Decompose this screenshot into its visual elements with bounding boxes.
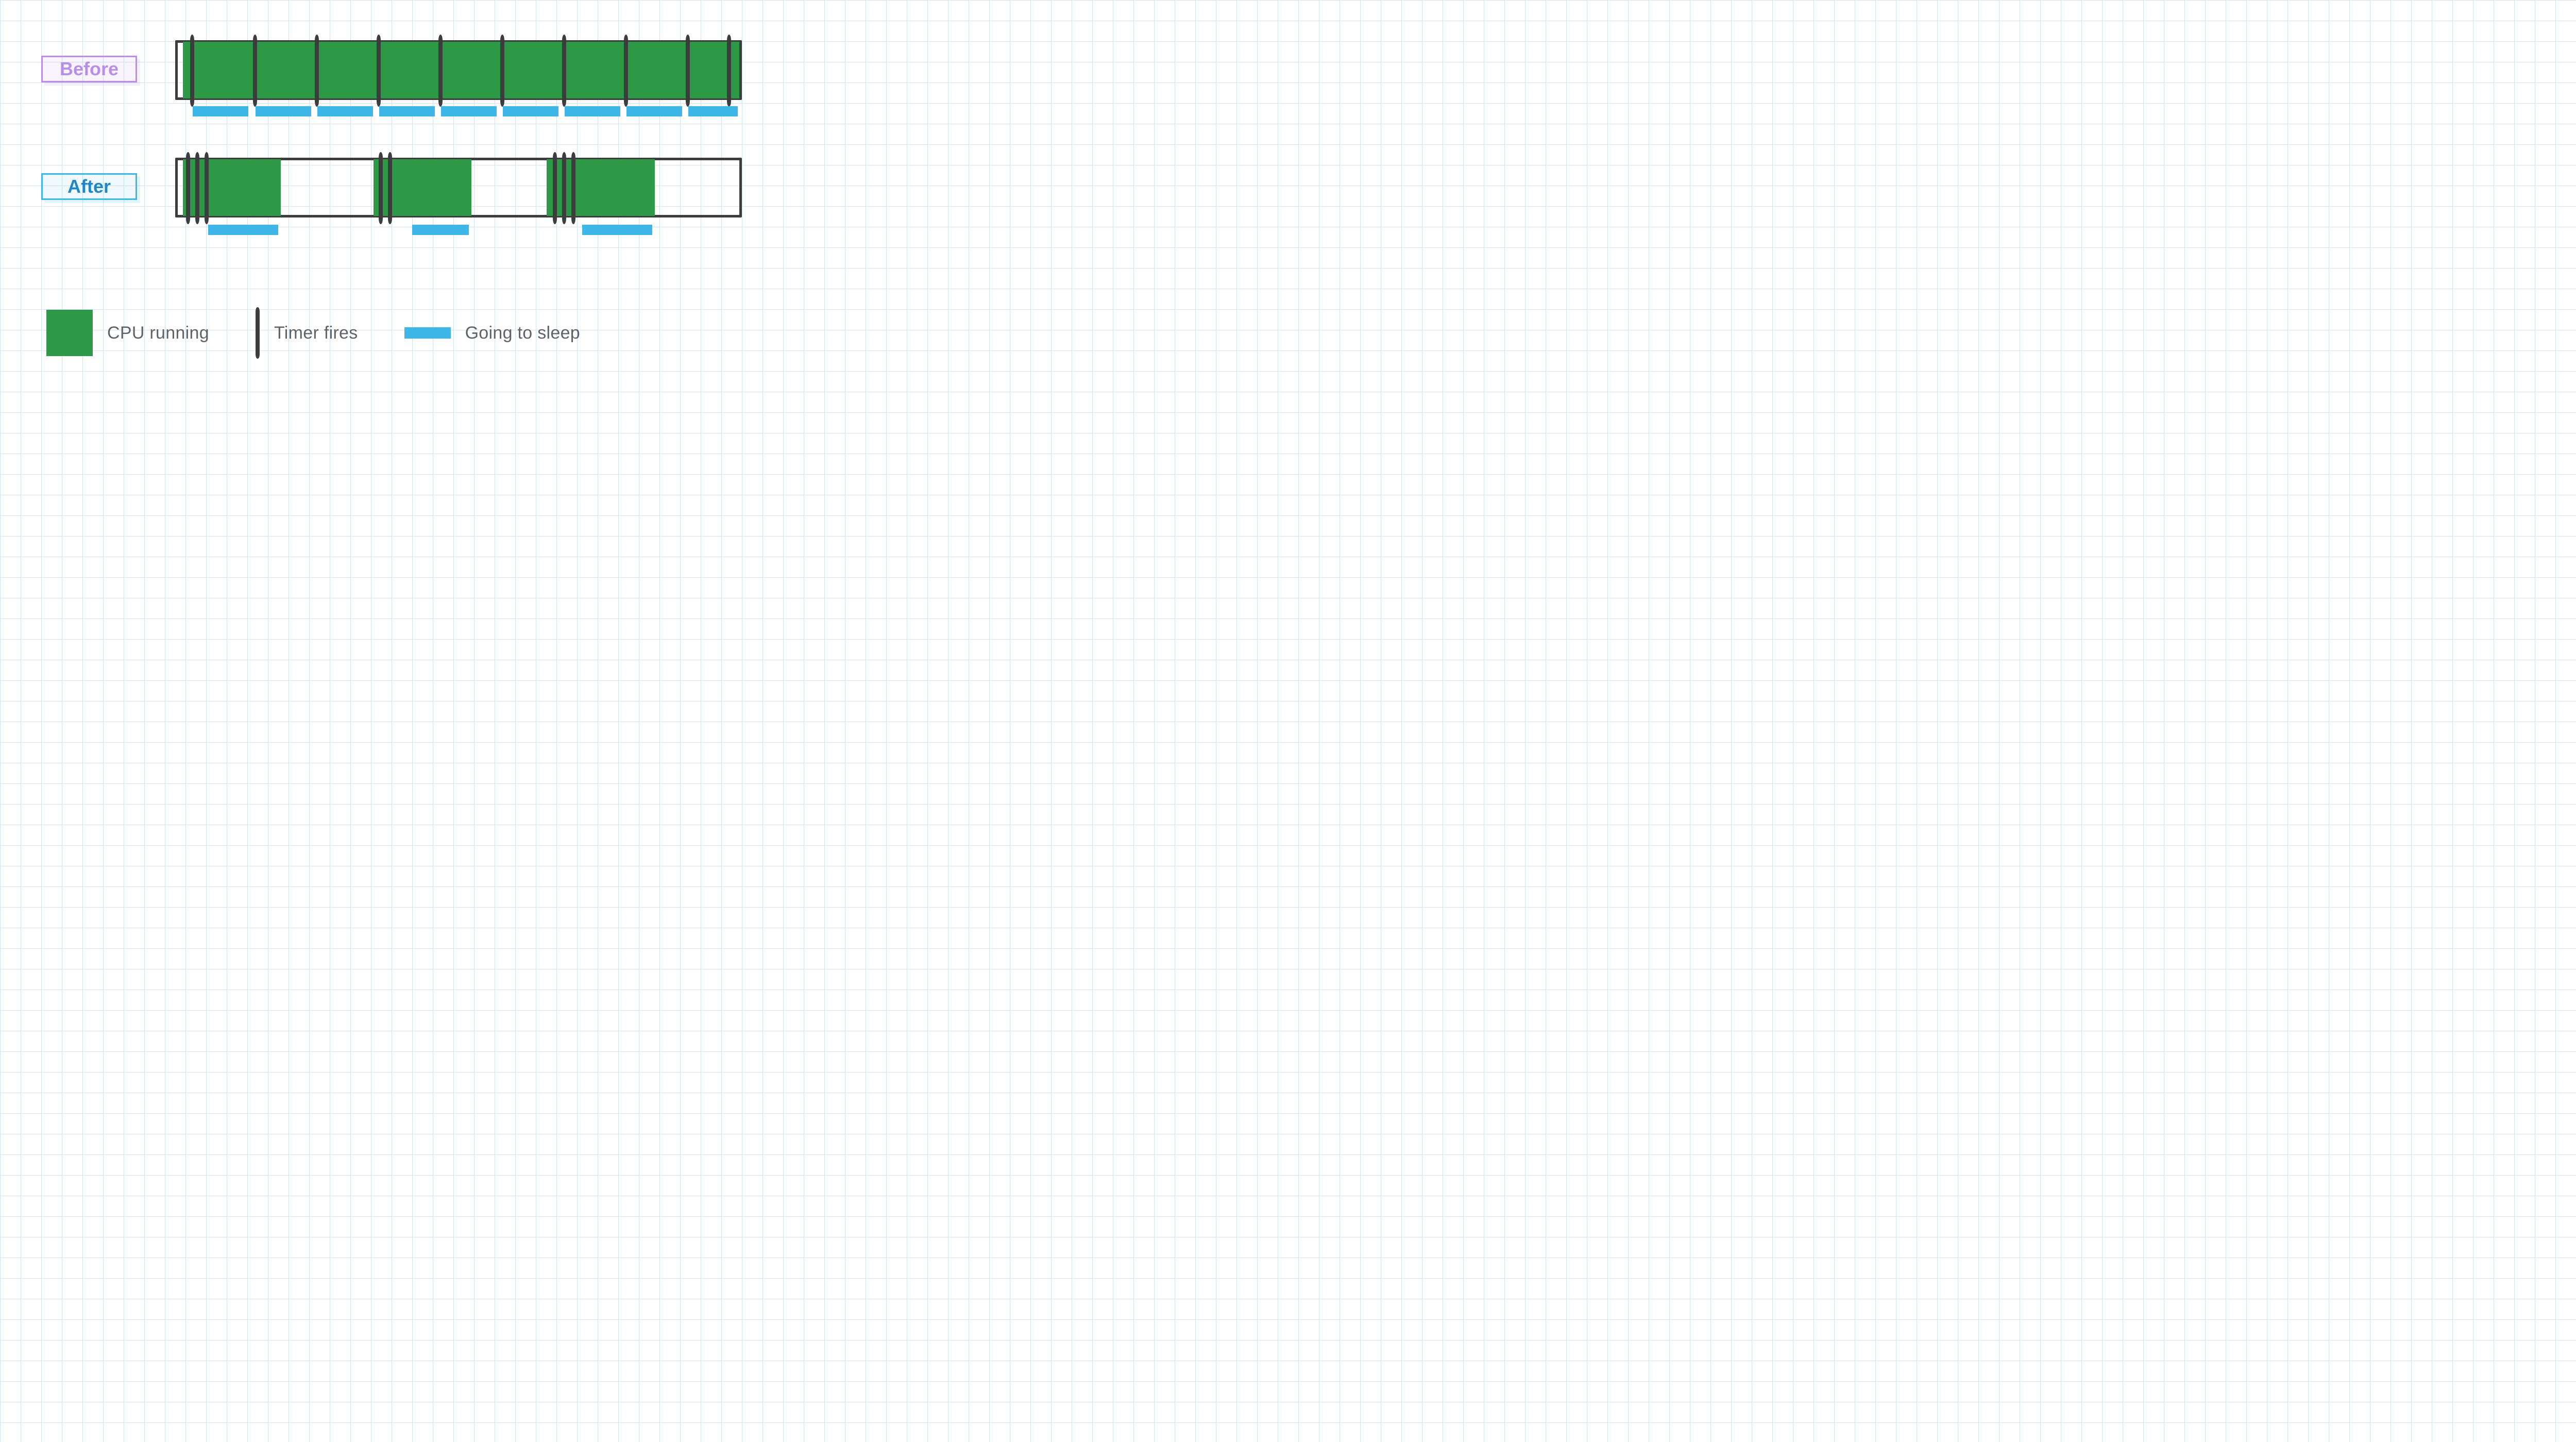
timer-fire (562, 152, 566, 224)
sleep-swatch-icon (404, 327, 451, 339)
timer-fire (571, 152, 575, 224)
sleep-segment (582, 225, 652, 235)
sleep-strip-after (175, 225, 742, 235)
legend-cpu-label: CPU running (107, 323, 209, 343)
timer-fire (253, 35, 257, 107)
sleep-segment (317, 106, 373, 116)
timer-fire (727, 35, 731, 107)
label-before: Before (41, 56, 137, 82)
sleep-segment (441, 106, 497, 116)
timer-fire (315, 35, 319, 107)
sleep-segment (412, 225, 469, 235)
timer-fire (500, 35, 504, 107)
legend-sleep-label: Going to sleep (465, 323, 580, 343)
sleep-strip-before (175, 106, 742, 116)
timer-fire (377, 35, 381, 107)
timer-fire (388, 152, 392, 224)
timeline-after (175, 158, 742, 217)
legend-fire: Timer fires (256, 307, 358, 359)
legend-sleep: Going to sleep (404, 323, 580, 343)
sleep-segment (626, 106, 682, 116)
label-after: After (41, 173, 137, 200)
timer-fire (190, 35, 194, 107)
timer-fire (438, 35, 443, 107)
timer-fire-icon (256, 307, 260, 359)
legend-cpu: CPU running (46, 310, 209, 356)
cpu-block (183, 42, 739, 98)
sleep-segment (688, 106, 738, 116)
sleep-segment (256, 106, 311, 116)
sleep-segment (503, 106, 558, 116)
sleep-segment (565, 106, 620, 116)
cpu-swatch-icon (46, 310, 93, 356)
timer-fire (562, 35, 566, 107)
sleep-segment (193, 106, 248, 116)
timer-fire (379, 152, 383, 224)
timer-fire (205, 152, 209, 224)
timer-fire (686, 35, 690, 107)
sleep-segment (208, 225, 278, 235)
timeline-before (175, 40, 742, 100)
timer-fire (195, 152, 199, 224)
legend: CPU running Timer fires Going to sleep (46, 307, 773, 359)
sleep-segment (379, 106, 435, 116)
legend-fire-label: Timer fires (274, 323, 358, 343)
timer-fire (624, 35, 628, 107)
timer-fire (553, 152, 557, 224)
timer-fire (186, 152, 190, 224)
